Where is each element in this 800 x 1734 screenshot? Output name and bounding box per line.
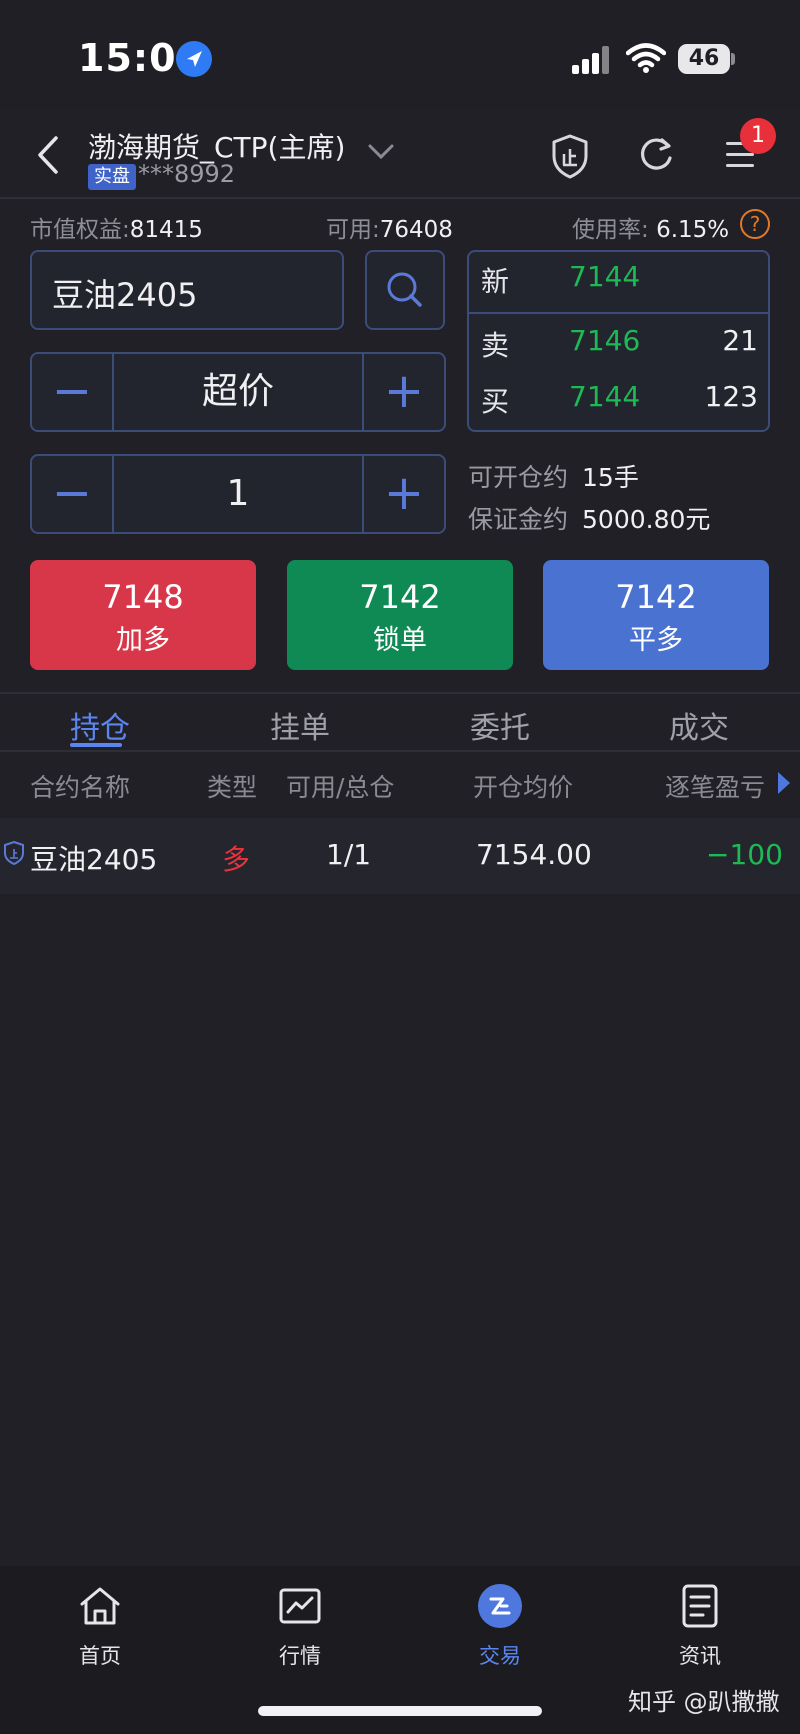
active-tab-indicator [70,743,122,747]
news-icon [676,1582,724,1630]
tabs-bottom-divider [0,750,800,752]
openable-value: 15手 [582,463,639,492]
col-trade-pnl: 逐笔盈亏 [665,773,766,802]
nav-trade[interactable]: 交易 [440,1582,560,1670]
close-long-label: 平多 [629,625,683,656]
nav-home-label: 首页 [79,1644,121,1668]
margin-estimate: 保证金约 5000.80元 [468,500,710,536]
nav-market[interactable]: 行情 [240,1582,360,1670]
bid-price[interactable]: 7144 [569,380,640,413]
account-type-badge: 实盘 [88,164,136,190]
nav-news[interactable]: 资讯 [640,1582,760,1670]
trade-icon [476,1582,524,1630]
nav-market-label: 行情 [279,1644,321,1668]
usage-value: 6.15% [656,217,730,243]
latest-label: 新 [481,265,510,298]
price-decrease-button[interactable]: − [32,354,114,430]
equity-label: 市值权益: [30,217,130,243]
home-indicator[interactable] [258,1706,542,1716]
wifi-icon [625,42,667,74]
available-value: 76408 [379,217,453,243]
bid-row: 买 7144 123 [469,380,768,436]
add-long-price: 7148 [102,578,184,616]
col-type: 类型 [207,773,258,802]
watermark: 知乎 @趴撒撒 [628,1688,780,1716]
add-long-button[interactable]: 7148 加多 [30,560,256,670]
nav-news-label: 资讯 [679,1644,721,1668]
ask-volume: 21 [722,324,758,357]
tab-positions[interactable]: 持仓 [70,703,130,747]
chevron-down-icon[interactable] [364,140,398,164]
add-long-label: 加多 [116,625,170,656]
position-available-total: 1/1 [326,838,372,871]
available-stat: 可用:76408 [326,210,453,244]
equity-value: 81415 [129,217,203,243]
available-label: 可用: [326,217,380,243]
nav-home[interactable]: 首页 [40,1582,160,1670]
equity-stat: 市值权益:81415 [30,210,203,244]
col-avg-open-price: 开仓均价 [473,773,574,802]
contract-input[interactable]: 豆油2405 [30,250,344,330]
tab-pending-orders[interactable]: 挂单 [270,703,330,747]
col-available-total: 可用/总仓 [286,773,395,802]
quantity-increase-button[interactable]: + [362,456,444,532]
battery-tip [731,53,735,65]
nav-trade-label: 交易 [479,1644,521,1668]
latest-price[interactable]: 7144 [569,260,640,293]
position-type: 多 [222,843,251,876]
latest-price-row: 新 7144 [469,260,768,316]
home-icon [76,1582,124,1630]
lock-position-label: 锁单 [373,625,427,656]
col-contract-name: 合约名称 [30,773,131,802]
back-icon[interactable] [30,130,70,180]
header-divider [0,197,800,199]
price-increase-button[interactable]: + [362,354,444,430]
lock-position-price: 7142 [359,578,441,616]
position-avg-price: 7154.00 [476,838,592,871]
bid-label: 买 [481,385,510,418]
scroll-right-arrow-icon[interactable] [778,772,790,794]
tab-orders[interactable]: 委托 [470,703,530,747]
close-long-price: 7142 [615,578,697,616]
price-mode-stepper: − 超价 + [30,352,446,432]
search-button[interactable] [365,250,445,330]
openable-estimate: 可开仓约 15手 [468,458,639,494]
battery-indicator: 46 [678,44,730,74]
search-icon [387,272,422,307]
stop-loss-shield-icon[interactable] [548,132,592,180]
cellular-signal-icon [572,46,612,74]
table-row[interactable]: 豆油2405 多 1/1 7154.00 −100 [0,818,800,894]
margin-value: 5000.80元 [582,505,711,534]
quantity-stepper: − 1 + [30,454,446,534]
position-contract: 豆油2405 [30,843,158,876]
position-pnl: −100 [706,838,783,871]
usage-label: 使用率: [572,217,649,243]
ask-label: 卖 [481,329,510,362]
stop-loss-shield-icon [2,840,26,866]
quote-panel: 新 7144 卖 7146 21 买 7144 123 [467,250,770,432]
margin-label: 保证金约 [468,505,569,534]
openable-label: 可开仓约 [468,463,569,492]
account-number: ***8992 [138,160,236,188]
close-long-button[interactable]: 7142 平多 [543,560,769,670]
quote-divider [469,312,768,314]
chart-icon [276,1582,324,1630]
quantity-value[interactable]: 1 [114,456,362,532]
price-mode-value[interactable]: 超价 [114,354,362,430]
help-icon[interactable]: ? [740,209,770,239]
ask-price[interactable]: 7146 [569,324,640,357]
tab-trades[interactable]: 成交 [669,703,729,747]
notification-badge: 1 [740,118,776,154]
ask-row: 卖 7146 21 [469,324,768,380]
tabs-top-divider [0,692,800,694]
quantity-decrease-button[interactable]: − [32,456,114,532]
usage-stat: 使用率: 6.15% [572,210,729,244]
lock-position-button[interactable]: 7142 锁单 [287,560,513,670]
refresh-icon[interactable] [634,132,678,176]
bid-volume: 123 [704,380,758,413]
location-arrow-icon [176,41,212,77]
